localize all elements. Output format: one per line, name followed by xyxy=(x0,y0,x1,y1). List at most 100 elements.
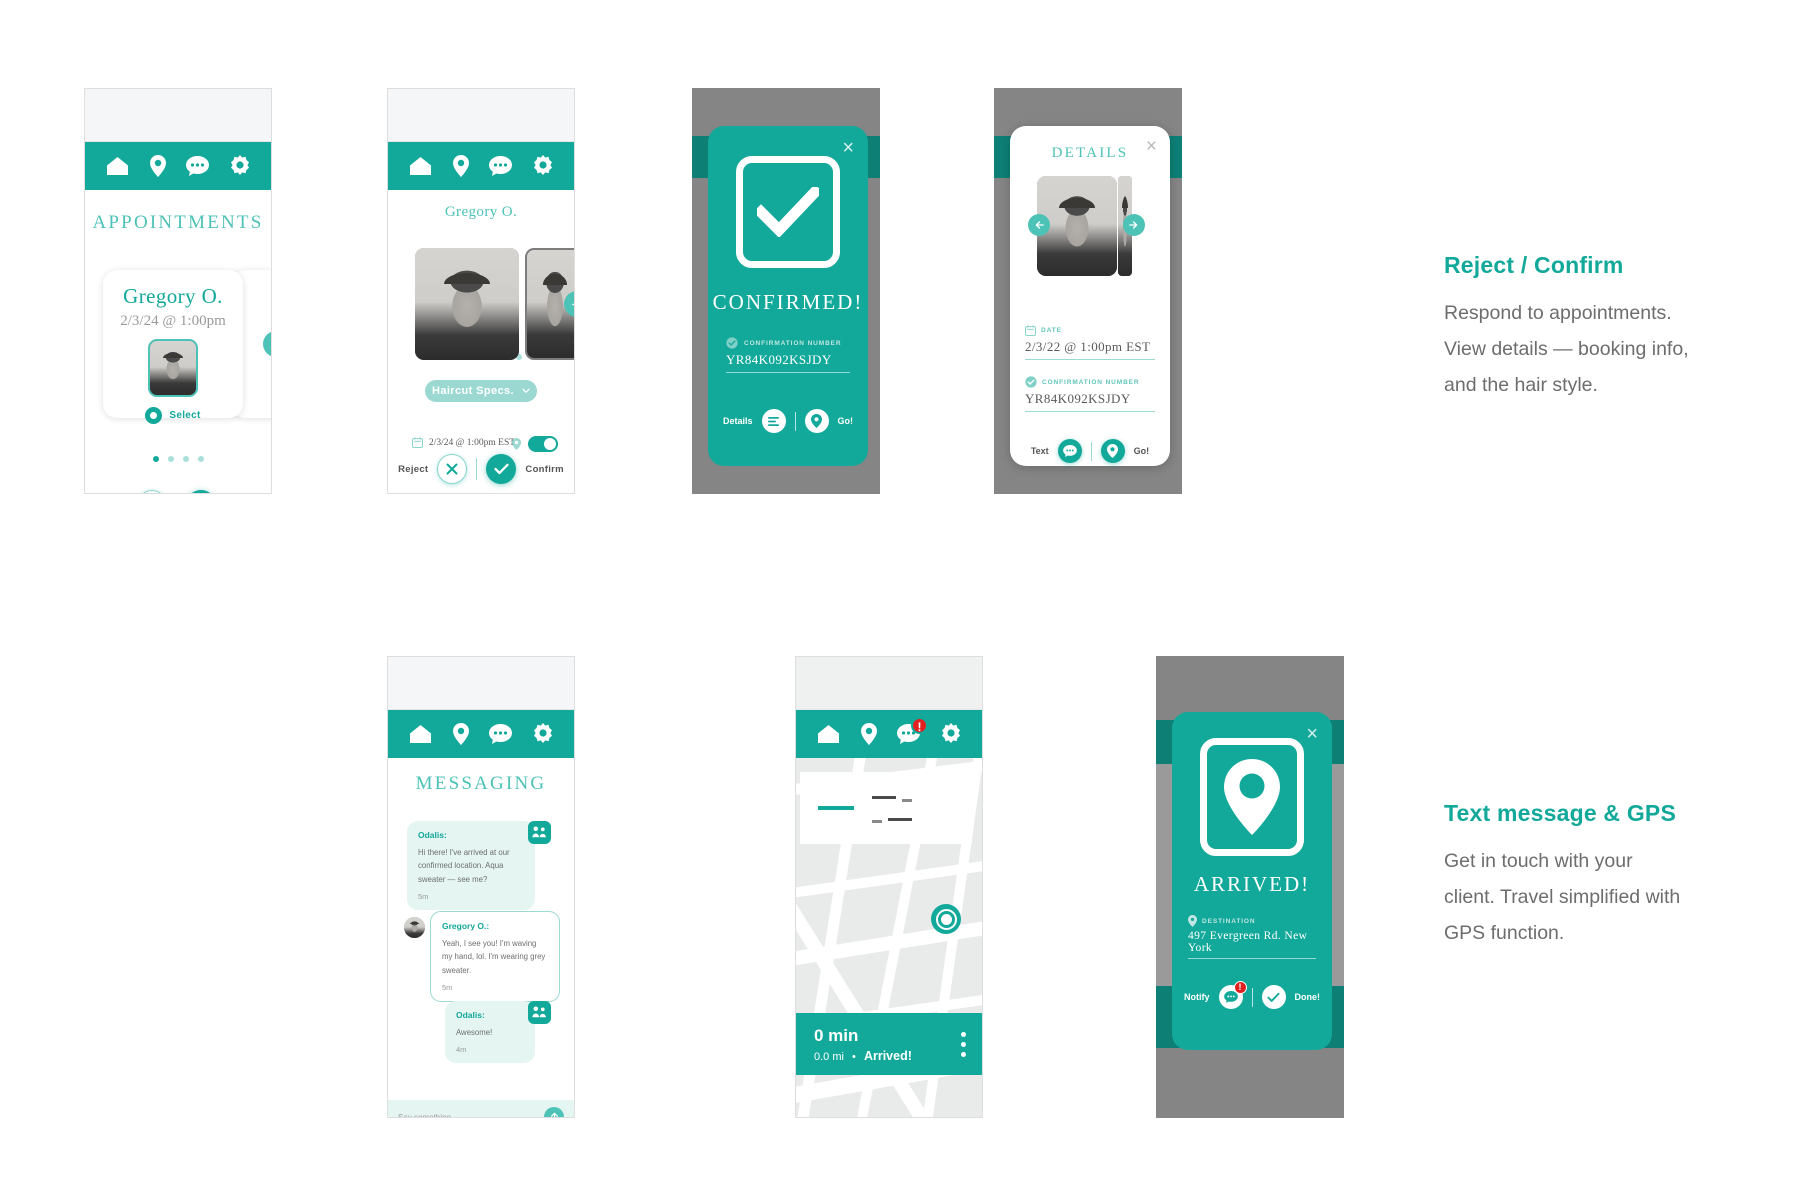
message-composer[interactable]: Say something... xyxy=(388,1100,574,1118)
messages-icon[interactable]: ! xyxy=(897,717,928,744)
home-icon[interactable] xyxy=(816,723,841,745)
messages-icon[interactable] xyxy=(186,156,209,176)
check-icon xyxy=(757,187,819,237)
nav-bar xyxy=(85,142,271,190)
go-button[interactable] xyxy=(1100,439,1125,463)
map-info-window[interactable] xyxy=(800,772,972,844)
settings-icon[interactable] xyxy=(532,723,554,745)
location-toggle-row[interactable] xyxy=(512,436,558,452)
message-row: Odalis: Awesome! 4m xyxy=(445,1001,535,1064)
message-text: Awesome! xyxy=(456,1028,493,1037)
avatar xyxy=(404,917,425,938)
carousel-dot[interactable] xyxy=(152,456,159,462)
location-icon[interactable] xyxy=(453,723,469,745)
current-location-icon[interactable] xyxy=(931,904,961,934)
status-bar xyxy=(85,89,271,142)
confirmed-actions: Details Go! xyxy=(708,409,868,433)
send-button[interactable] xyxy=(544,1107,564,1117)
text-label: Text xyxy=(1030,446,1049,456)
close-icon[interactable]: × xyxy=(842,138,854,158)
carousel-dot[interactable] xyxy=(167,456,174,462)
appointment-card[interactable]: Gregory O. 2/3/24 @ 1:00pm Select xyxy=(103,270,243,424)
details-sheet: × DETAILS DATE 2/3/22 @ 1:00pm EST CONFI… xyxy=(1010,126,1170,466)
message-bubble[interactable]: Odalis: Awesome! 4m xyxy=(445,1001,535,1064)
home-icon[interactable] xyxy=(105,155,130,177)
modal-title: ARRIVED! xyxy=(1193,872,1311,896)
screenshot-canvas: APPOINTMENTS Gregory O. 2/3/24 @ 1:00pm … xyxy=(0,0,1800,1200)
location-icon[interactable] xyxy=(150,155,166,177)
select-row[interactable]: Select xyxy=(103,407,243,424)
haircut-specs-dropdown[interactable]: Haircut Specs. xyxy=(425,380,537,402)
client-detail-screen: Gregory O. Haircut Specs. 2/3/24 @ 1:00p… xyxy=(388,204,574,493)
block-line: Get in touch with your xyxy=(1444,850,1633,872)
settings-icon[interactable] xyxy=(940,723,962,745)
check-icon-box xyxy=(736,156,840,268)
confirmation-label: CONFIRMATION NUMBER xyxy=(1042,378,1140,386)
eta-separator: • xyxy=(852,1050,856,1063)
phone-arrived: × ARRIVED! DESTINATION 497 Evergreen Rd.… xyxy=(1156,656,1344,1118)
done-button[interactable] xyxy=(1261,985,1286,1009)
settings-icon[interactable] xyxy=(532,155,554,177)
details-actions: Text Go! xyxy=(1010,439,1170,463)
location-pin-icon xyxy=(1188,915,1197,927)
home-icon[interactable] xyxy=(408,723,433,745)
client-photo[interactable] xyxy=(148,339,198,397)
message-input[interactable]: Say something... xyxy=(398,1113,544,1118)
notify-badge: ! xyxy=(1233,981,1247,994)
close-icon[interactable]: × xyxy=(1306,724,1318,744)
close-icon[interactable]: × xyxy=(1146,136,1157,158)
confirmation-value: YR84K092KSJDY xyxy=(726,352,832,367)
messages-icon[interactable] xyxy=(489,156,512,176)
check-circle-icon xyxy=(1025,376,1037,388)
select-radio-icon[interactable] xyxy=(145,407,163,424)
nav-bar xyxy=(388,710,574,758)
details-button[interactable] xyxy=(761,409,786,433)
settings-icon[interactable] xyxy=(229,155,251,177)
location-pin-icon xyxy=(512,438,521,450)
client-photo[interactable] xyxy=(415,248,519,360)
location-toggle[interactable] xyxy=(528,436,558,452)
page-title: APPOINTMENTS xyxy=(92,212,264,233)
avatar xyxy=(528,1001,551,1024)
action-divider xyxy=(1251,987,1253,1007)
confirmation-field: CONFIRMATION NUMBER YR84K092KSJDY xyxy=(726,337,850,373)
location-icon[interactable] xyxy=(453,155,469,177)
page-title: MESSAGING xyxy=(415,773,547,794)
eta-detail: 0.0 mi • Arrived! xyxy=(814,1049,912,1063)
kebab-menu-icon[interactable] xyxy=(961,1031,966,1057)
appointments-screen: APPOINTMENTS Gregory O. 2/3/24 @ 1:00pm … xyxy=(85,212,271,493)
appointment-actions: Reject Confirm xyxy=(388,454,574,484)
destination-label: DESTINATION xyxy=(1202,917,1256,925)
map-view[interactable]: 0 min 0.0 mi • Arrived! xyxy=(796,758,982,1117)
text-button[interactable] xyxy=(1057,439,1082,463)
message-text: Hi there! I've arrived at our confirmed … xyxy=(418,848,510,884)
location-pin-icon xyxy=(1224,759,1280,835)
messaging-screen: MESSAGING Odalis: Hi there! I've arrived… xyxy=(388,773,574,1118)
message-bubble[interactable]: Gregory O.: Yeah, I see you! I'm waving … xyxy=(430,911,560,1002)
carousel-dot[interactable] xyxy=(197,456,204,462)
home-icon[interactable] xyxy=(408,155,433,177)
messages-icon[interactable] xyxy=(489,724,512,744)
prev-photo-button[interactable] xyxy=(1028,214,1050,236)
confirm-button[interactable] xyxy=(185,490,216,493)
review-button[interactable] xyxy=(136,490,167,493)
block-line: View details — booking info, xyxy=(1444,338,1689,361)
next-photo-button[interactable] xyxy=(1123,214,1145,236)
go-button[interactable] xyxy=(804,409,829,433)
message-bubble[interactable]: Odalis: Hi there! I've arrived at our co… xyxy=(407,821,535,910)
text-block-reject-confirm: Reject / Confirm Respond to appointments… xyxy=(1444,252,1774,403)
status-bar xyxy=(796,657,982,710)
modal-title: CONFIRMED! xyxy=(712,290,864,314)
notify-button[interactable]: ! xyxy=(1218,981,1247,1009)
confirm-button[interactable] xyxy=(486,454,517,484)
field-underline xyxy=(1188,958,1316,959)
eta-distance: 0.0 mi xyxy=(814,1050,844,1063)
action-divider xyxy=(1090,441,1092,461)
eta-info: 0 min 0.0 mi • Arrived! xyxy=(814,1026,912,1063)
block-title: Text message & GPS xyxy=(1444,800,1676,826)
reject-button[interactable] xyxy=(437,454,468,484)
carousel-dot[interactable] xyxy=(182,456,189,462)
carousel-dots[interactable] xyxy=(85,456,271,462)
appointment-actions: Review Confirm xyxy=(85,490,271,493)
location-icon[interactable] xyxy=(861,723,877,745)
